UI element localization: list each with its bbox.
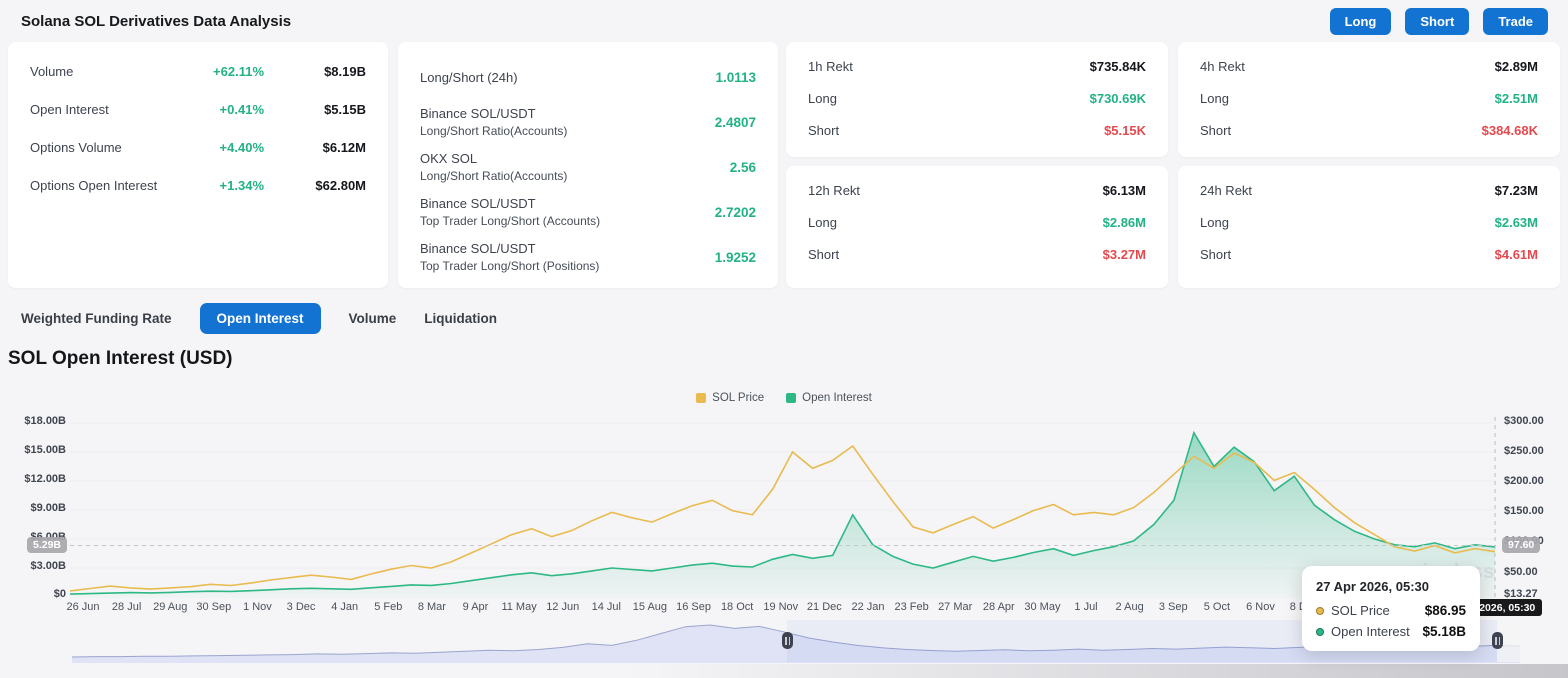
brush-handle-left[interactable] xyxy=(782,632,793,649)
chart-tooltip: 27 Apr 2026, 05:30 SOL Price $86.95 Open… xyxy=(1302,566,1480,651)
tooltip-datetime: 27 Apr 2026, 05:30 xyxy=(1316,579,1429,594)
tooltip-row-sol-price: SOL Price $86.95 xyxy=(1316,603,1466,618)
brush-handle-right[interactable] xyxy=(1492,632,1503,649)
sol-price-dot-icon xyxy=(1316,606,1324,615)
tooltip-series-label: SOL Price xyxy=(1331,603,1390,618)
derivatives-dashboard: Solana SOL Derivatives Data Analysis Lon… xyxy=(0,0,1568,678)
tooltip-row-open-interest: Open Interest $5.18B xyxy=(1316,624,1466,639)
open-interest-area xyxy=(70,432,1495,598)
left-current-value-badge: 5.29B xyxy=(27,537,68,553)
open-interest-dot-icon xyxy=(1316,627,1324,636)
right-current-value-badge: 97.60 xyxy=(1502,537,1541,553)
tooltip-series-value: $86.95 xyxy=(1424,603,1466,618)
tooltip-series-value: $5.18B xyxy=(1422,624,1466,639)
tooltip-series-label: Open Interest xyxy=(1331,624,1410,639)
